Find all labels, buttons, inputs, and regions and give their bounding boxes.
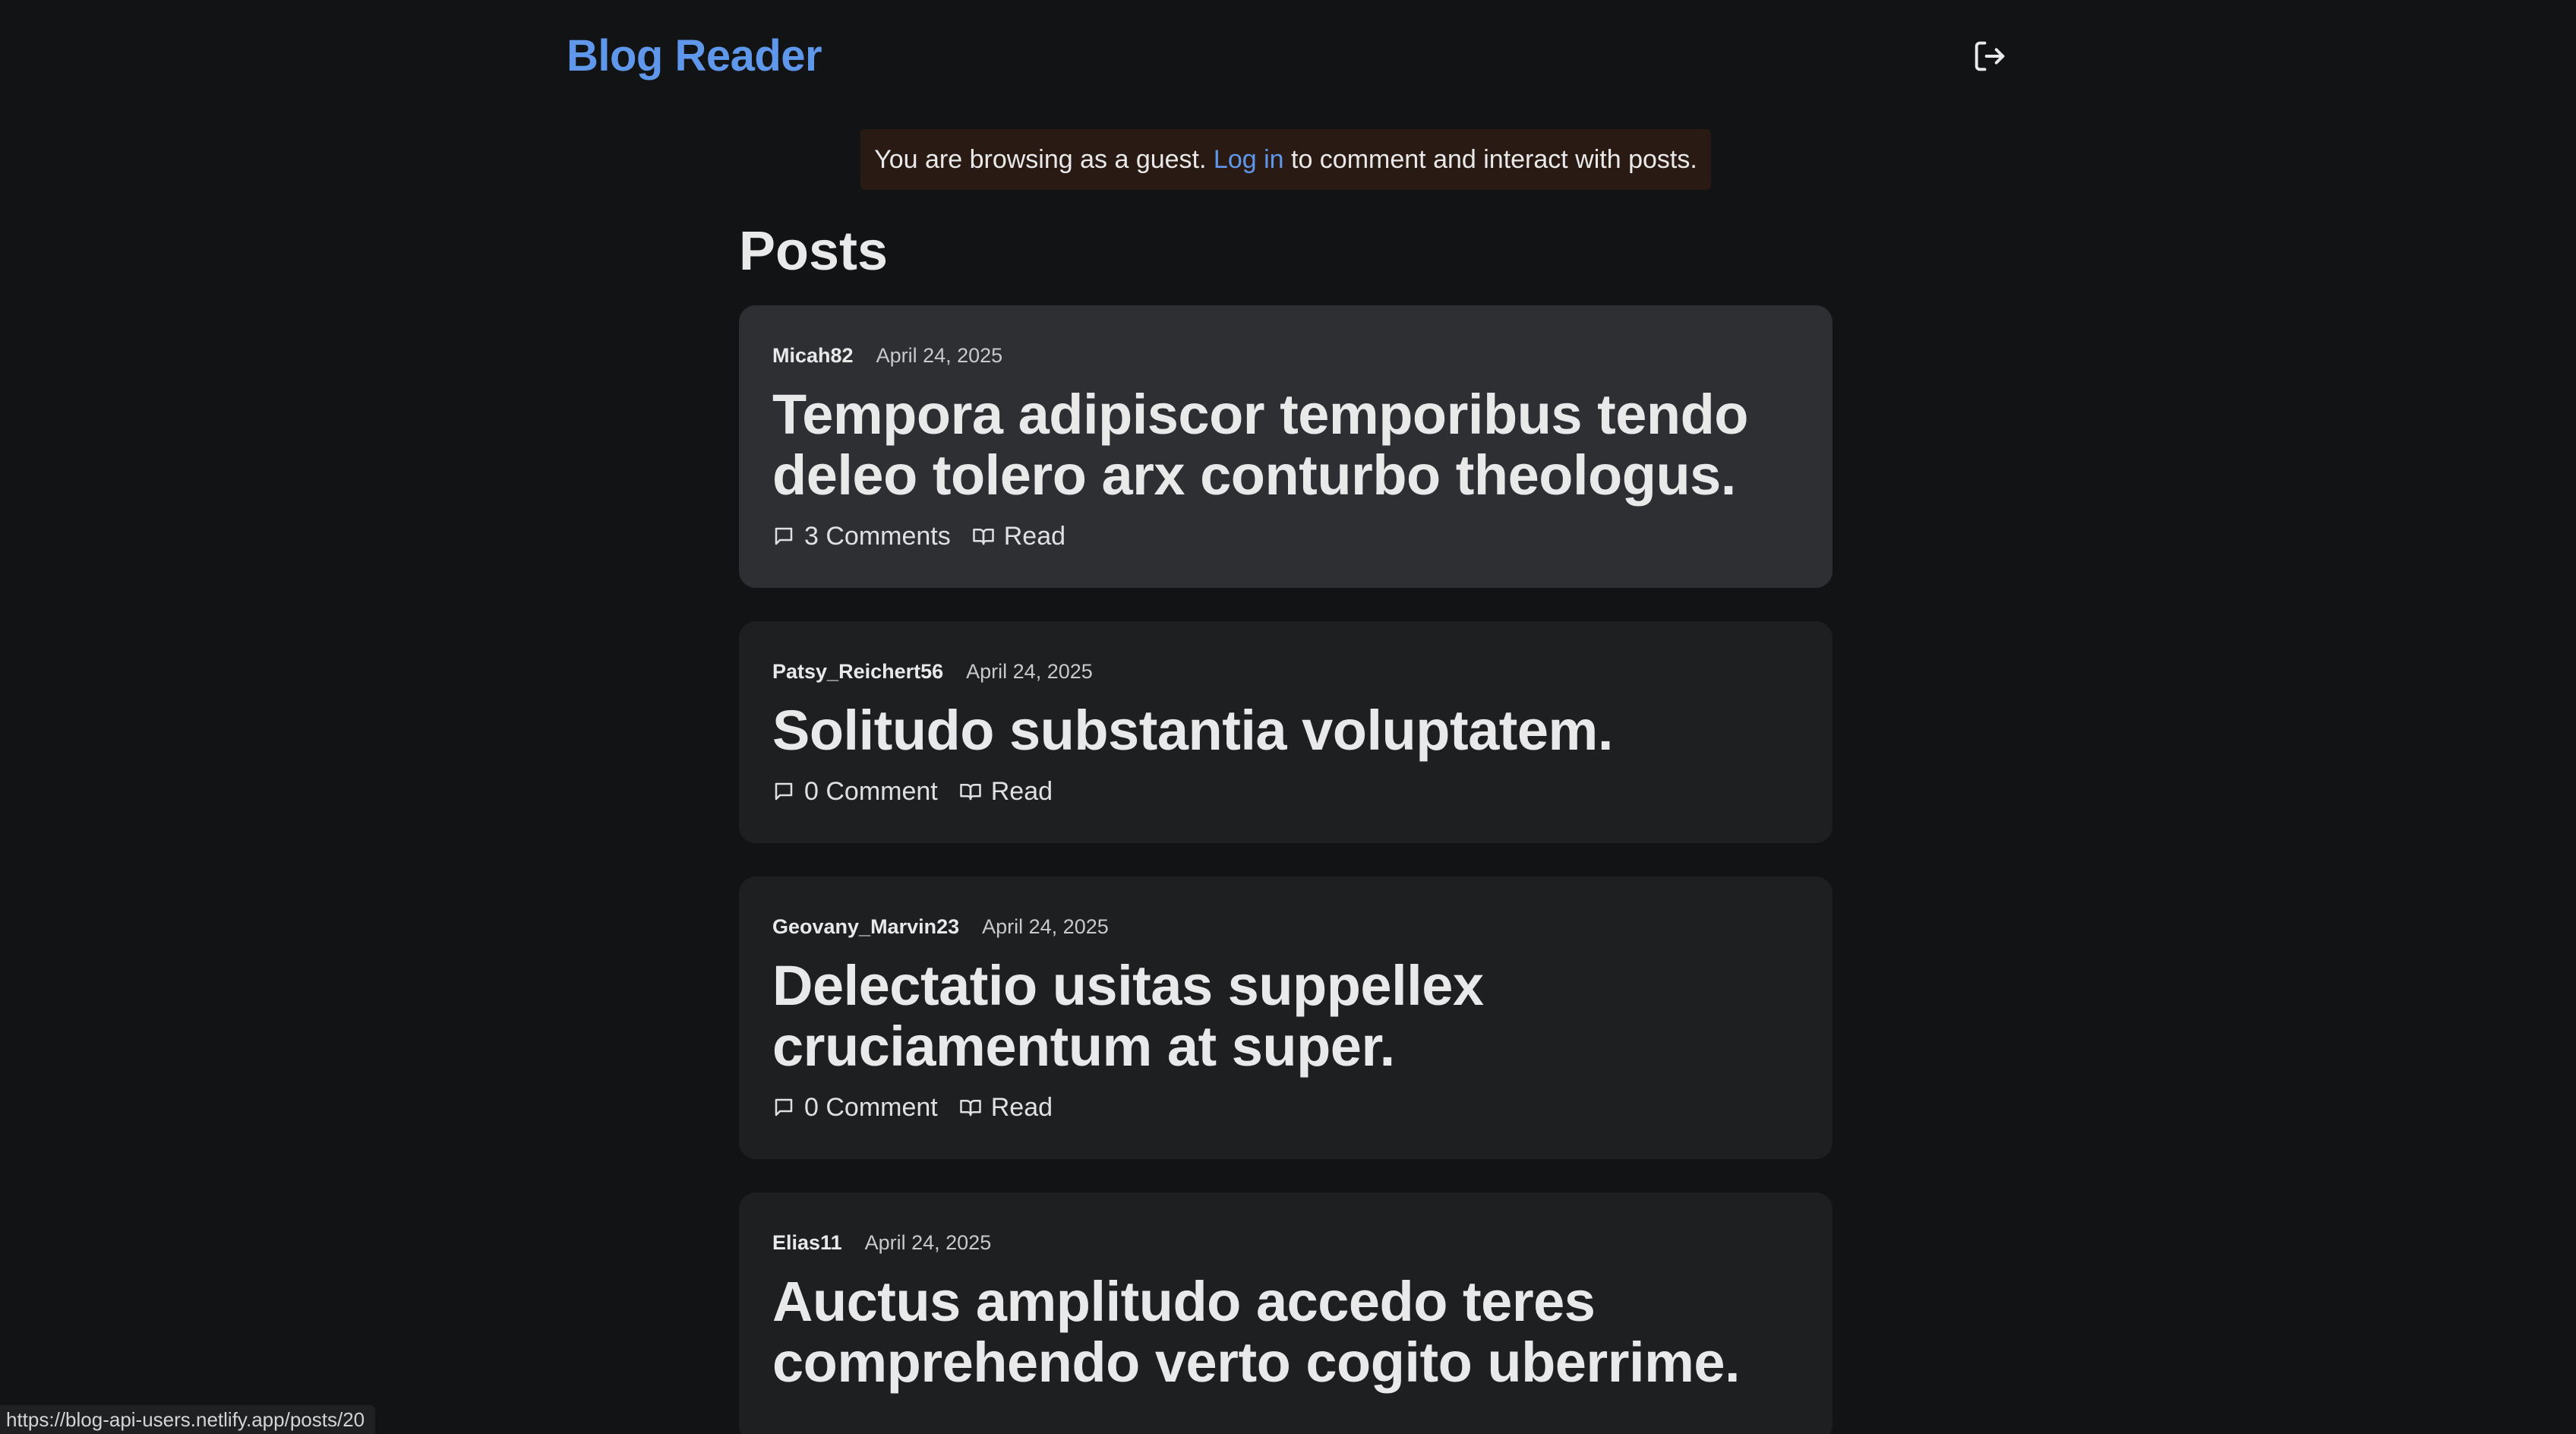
book-icon: [959, 1096, 991, 1119]
comments-link[interactable]: 0 Comment: [772, 1091, 938, 1124]
comments-count: 0 Comment: [804, 1093, 938, 1122]
read-label: Read: [1003, 522, 1066, 551]
post-actions: 3 Comments Read: [772, 520, 1799, 553]
post-card[interactable]: Geovany_Marvin23 April 24, 2025 Delectatio…: [739, 877, 1833, 1159]
guest-banner-prefix: You are browsing as a guest.: [874, 145, 1207, 174]
post-meta: Geovany_Marvin23 April 24, 2025: [772, 913, 1799, 940]
page: Blog Reader You are browsing as a guest.…: [0, 0, 2576, 1434]
post-title[interactable]: Tempora adipiscor temporibus tendo deleo…: [772, 384, 1799, 506]
comment-icon: [772, 525, 804, 548]
post-meta: Micah82 April 24, 2025: [772, 342, 1799, 369]
post-card[interactable]: Elias11 April 24, 2025 Auctus amplitudo ac…: [739, 1192, 1833, 1434]
read-link[interactable]: Read: [972, 520, 1065, 553]
logout-icon: [1975, 41, 2005, 71]
post-author: Micah82: [772, 344, 854, 367]
post-author: Patsy_Reichert56: [772, 660, 944, 683]
post-card[interactable]: Patsy_Reichert56 April 24, 2025 Solitudo s…: [739, 621, 1833, 843]
post-date: April 24, 2025: [966, 660, 1093, 683]
read-label: Read: [990, 777, 1053, 806]
post-author: Elias11: [772, 1231, 842, 1254]
read-link[interactable]: Read: [959, 775, 1053, 808]
post-date: April 24, 2025: [876, 344, 1003, 367]
read-label: Read: [990, 1093, 1053, 1122]
post-title[interactable]: Delectatio usitas suppellex cruciamentum…: [772, 955, 1799, 1077]
post-card[interactable]: Micah82 April 24, 2025 Tempora adipiscor t…: [739, 305, 1833, 588]
guest-banner: You are browsing as a guest. Log in to c…: [860, 129, 1711, 190]
post-author: Geovany_Marvin23: [772, 915, 960, 938]
post-actions: 0 Comment Read: [772, 1091, 1799, 1124]
page-title: Posts: [739, 221, 889, 282]
brand-logo-link[interactable]: Blog Reader: [567, 27, 822, 85]
post-meta: Elias11 April 24, 2025: [772, 1229, 1799, 1256]
login-link[interactable]: Log in: [1214, 145, 1284, 174]
post-title[interactable]: Auctus amplitudo accedo teres comprehend…: [772, 1271, 1799, 1393]
status-bar-url: https://blog-api-users.netlify.app/posts…: [0, 1405, 376, 1434]
comments-count: 3 Comments: [804, 522, 951, 551]
post-list: Micah82 April 24, 2025 Tempora adipiscor t…: [739, 305, 1833, 1434]
comment-icon: [772, 780, 804, 803]
post-actions: 0 Comment Read: [772, 775, 1799, 808]
post-title[interactable]: Solitudo substantia voluptatem.: [772, 700, 1799, 761]
post-date: April 24, 2025: [864, 1231, 992, 1254]
logout-button[interactable]: [1970, 36, 2009, 76]
comments-count: 0 Comment: [804, 777, 938, 806]
post-date: April 24, 2025: [982, 915, 1109, 938]
post-meta: Patsy_Reichert56 April 24, 2025: [772, 658, 1799, 685]
book-icon: [959, 780, 991, 803]
header: Blog Reader: [567, 27, 2009, 88]
comments-link[interactable]: 3 Comments: [772, 520, 951, 553]
comments-link[interactable]: 0 Comment: [772, 775, 938, 808]
book-icon: [972, 525, 1004, 548]
read-link[interactable]: Read: [959, 1091, 1053, 1124]
guest-banner-suffix: to comment and interact with posts.: [1291, 145, 1697, 174]
comment-icon: [772, 1096, 804, 1119]
